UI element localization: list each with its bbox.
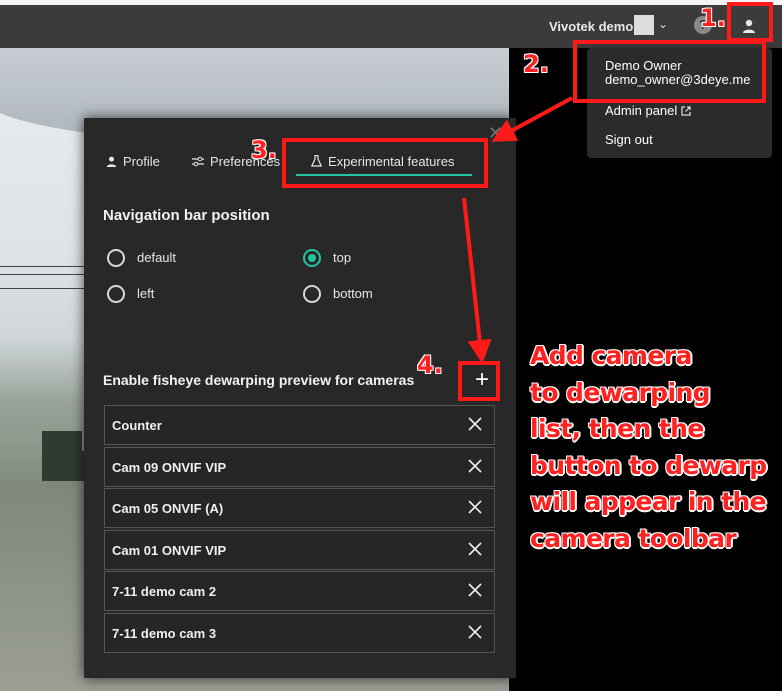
- callout-line: Add camera: [530, 341, 692, 370]
- callout-line: to dewarping: [530, 377, 711, 407]
- callout-line: camera toolbar: [530, 523, 737, 553]
- callout-line: button to dewarp: [530, 450, 767, 480]
- annotation-callout: Add camera to dewarping list, then the b…: [530, 338, 780, 557]
- annotation-arrow-to-add: [462, 197, 492, 364]
- annotation-arrow-to-tab: [491, 96, 573, 142]
- callout-line: will appear in the: [530, 487, 767, 516]
- callout-line: list, then the: [530, 414, 704, 443]
